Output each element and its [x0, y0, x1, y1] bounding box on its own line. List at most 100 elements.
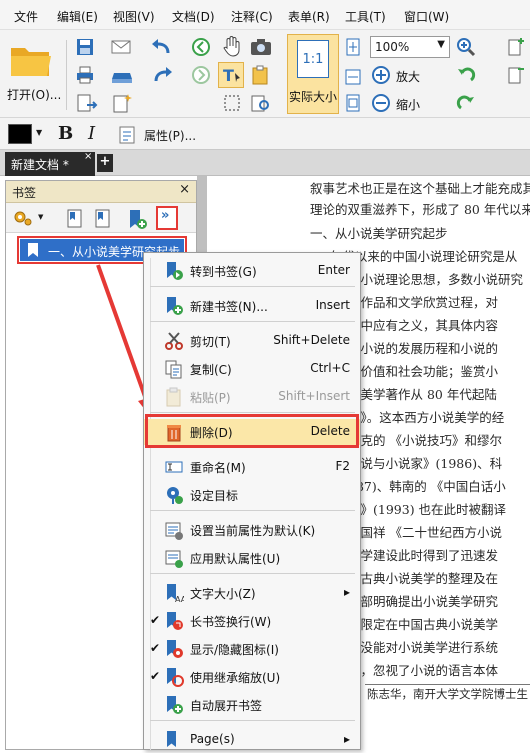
italic-button[interactable]: I — [88, 123, 95, 144]
menu-item-set-target[interactable]: 设定目标 — [144, 482, 360, 508]
actual-size-label[interactable]: 实际大小 — [289, 88, 337, 105]
menu-item-text-size[interactable]: AA 文字大小(Z) ▸ — [144, 580, 360, 606]
color-swatch[interactable] — [8, 124, 32, 144]
undo-button[interactable] — [148, 36, 176, 58]
scan-button[interactable] — [108, 64, 136, 86]
rename-icon — [165, 461, 183, 473]
menu-item-wrap[interactable]: ✔ 长书签换行(W) — [144, 608, 360, 634]
loupe-icon — [251, 95, 269, 112]
print-button[interactable] — [74, 64, 96, 86]
panel-close-icon[interactable]: × — [179, 182, 190, 197]
show-icon-icon — [167, 640, 183, 658]
footnote: 陈志华，南开大学文学院博士生 — [367, 687, 528, 701]
menu-item-apply-default[interactable]: 应用默认属性(U) — [144, 545, 360, 571]
bookmark-add-icon — [130, 210, 147, 229]
back-arrow-icon — [192, 38, 210, 56]
email-button[interactable] — [108, 36, 136, 58]
menu-item-rename[interactable]: 重命名(M) F2 — [144, 454, 360, 480]
import-button[interactable] — [74, 92, 100, 114]
properties-button[interactable]: 属性(P)... — [144, 127, 196, 144]
forward-arrow-icon — [192, 66, 210, 84]
rotate-right-button[interactable] — [455, 92, 477, 114]
fit-page-button[interactable] — [342, 36, 364, 58]
chevron-down-icon: ▼ — [437, 39, 445, 50]
extract-page-button[interactable] — [505, 64, 527, 86]
menu-item-set-default[interactable]: 设置当前属性为默认(K) — [144, 517, 360, 543]
document-line: 说美学著作从 80 年代起陆 — [348, 387, 497, 402]
check-icon: ✔ — [150, 641, 161, 655]
back-button[interactable] — [190, 36, 212, 58]
insert-page-button[interactable] — [505, 36, 527, 58]
snapshot-button[interactable] — [248, 36, 274, 58]
new-document-button[interactable] — [110, 92, 136, 114]
menu-separator — [150, 286, 355, 287]
menu-item-new-bookmark[interactable]: 新建书签(N)... Insert — [144, 293, 360, 319]
select-annotation-button[interactable] — [248, 64, 274, 86]
menu-form[interactable]: 表单(R) — [288, 8, 330, 25]
rotate-left-button[interactable] — [455, 64, 477, 86]
more-options-button[interactable]: » — [156, 206, 178, 230]
loupe-button[interactable] — [248, 92, 274, 114]
bold-button[interactable]: B — [58, 123, 73, 144]
zoom-out-label[interactable]: 缩小 — [396, 96, 420, 113]
save-button[interactable] — [74, 36, 96, 58]
options-button[interactable] — [12, 208, 36, 228]
scissors-icon — [165, 332, 183, 350]
menu-item-label: 新建书签(N)... — [190, 300, 268, 314]
expand-bookmark-button[interactable] — [64, 208, 86, 230]
save-icon — [77, 39, 93, 55]
text-cursor-icon: T — [223, 66, 240, 85]
color-dropdown-icon[interactable]: ▼ — [36, 128, 42, 137]
menu-document[interactable]: 文档(D) — [172, 8, 215, 25]
select-text-button[interactable]: T — [218, 62, 244, 88]
document-arrow-icon — [77, 94, 98, 112]
menu-item-pages[interactable]: Page(s) ▸ — [144, 727, 360, 753]
fit-visible-button[interactable] — [342, 92, 364, 114]
zoom-in-button[interactable] — [370, 64, 392, 86]
open-label[interactable]: 打开(O)... — [7, 86, 61, 103]
zoom-select[interactable]: 100% ▼ — [370, 36, 450, 58]
zoom-in-tool-button[interactable] — [455, 36, 477, 58]
zoom-in-label[interactable]: 放大 — [396, 68, 420, 85]
menu-item-show-icon[interactable]: ✔ 显示/隐藏图标(I) — [144, 636, 360, 662]
redo-button[interactable] — [148, 64, 176, 86]
menu-item-label: 应用默认属性(U) — [190, 552, 281, 566]
menu-item-inherit-zoom[interactable]: ✔ 使用继承缩放(U) — [144, 664, 360, 690]
folder-icon — [11, 48, 51, 76]
tab-close-icon[interactable]: × — [84, 151, 92, 162]
menu-view[interactable]: 视图(V) — [113, 8, 155, 25]
menu-file[interactable]: 文件 — [14, 8, 38, 25]
scanner-icon — [112, 73, 132, 83]
tab-new-document[interactable]: 新建文档 * — [5, 152, 95, 176]
forward-button[interactable] — [190, 64, 212, 86]
document-line: 罗国祥 《二十世纪西方小说 — [348, 525, 502, 540]
menu-item-label: 设置当前属性为默认(K) — [190, 524, 316, 538]
menu-item-goto-bookmark[interactable]: 转到书签(G) Enter — [144, 258, 360, 284]
add-bookmark-button[interactable] — [126, 208, 148, 230]
document-line: 理论的双重滋养下，形成了 80 年代以来中 — [310, 202, 530, 217]
menu-edit[interactable]: 编辑(E) — [57, 8, 98, 25]
menu-item-shortcut: Enter — [317, 263, 350, 277]
bookmark-collapse-icon — [95, 209, 110, 228]
document-line: 伯克的 《小说技巧》和缪尔 — [348, 433, 502, 448]
zoom-out-button[interactable] — [370, 92, 392, 114]
collapse-bookmark-button[interactable] — [92, 208, 114, 230]
menu-item-expand[interactable]: 自动展开书签 — [144, 692, 360, 718]
clipboard-icon — [252, 65, 268, 85]
rotate-left-icon — [458, 67, 476, 82]
menu-window[interactable]: 窗口(W) — [404, 8, 449, 25]
hand-tool-button[interactable] — [220, 34, 244, 58]
menu-item-scissors[interactable]: 剪切(T) Shift+Delete — [144, 328, 360, 354]
menu-item-label: 文字大小(Z) — [190, 587, 256, 601]
format-toolbar: ▼ B I 属性(P)... — [0, 118, 530, 150]
menu-bar: 文件 编辑(E) 视图(V) 文档(D) 注释(C) 表单(R) 工具(T) 窗… — [0, 0, 530, 30]
fit-width-button[interactable] — [342, 66, 364, 88]
add-tab-button[interactable]: + — [97, 154, 113, 172]
open-button[interactable] — [6, 38, 56, 82]
menu-item-copy[interactable]: 复制(C) Ctrl+C — [144, 356, 360, 382]
marquee-button[interactable] — [220, 92, 244, 114]
menu-comment[interactable]: 注释(C) — [231, 8, 273, 25]
menu-item-label: 自动展开书签 — [190, 699, 263, 713]
options-dropdown-icon[interactable]: ▼ — [38, 213, 43, 221]
menu-tools[interactable]: 工具(T) — [345, 8, 386, 25]
